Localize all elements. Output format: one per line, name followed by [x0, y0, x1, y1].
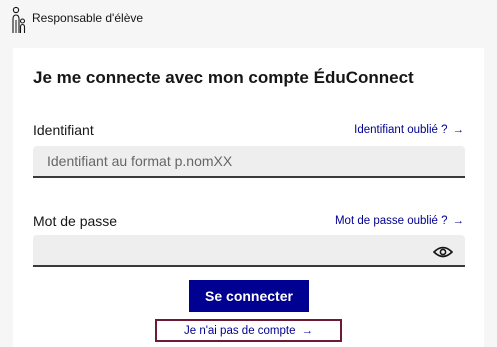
login-card: Je me connecte avec mon compte ÉduConnec… — [13, 48, 484, 347]
parent-child-icon — [12, 6, 26, 33]
forgot-password-link[interactable]: Mot de passe oublié ? → — [335, 215, 464, 227]
no-account-link[interactable]: Je n'ai pas de compte → — [155, 319, 342, 342]
forgot-password-link-label: Mot de passe oublié ? — [334, 215, 448, 227]
role-label: Responsable d'élève — [32, 11, 144, 25]
no-account-link-label: Je n'ai pas de compte — [183, 324, 296, 337]
arrow-right-icon: → — [452, 215, 465, 227]
password-label: Mot de passe — [33, 213, 118, 229]
eye-icon[interactable] — [433, 245, 453, 259]
identifier-label: Identifiant — [33, 122, 94, 138]
identifier-input[interactable] — [33, 146, 465, 178]
forgot-identifier-link[interactable]: Identifiant oublié ? → — [354, 124, 464, 136]
page-title: Je me connecte avec mon compte ÉduConnec… — [33, 68, 414, 87]
login-button[interactable]: Se connecter — [189, 280, 309, 312]
forgot-identifier-link-label: Identifiant oublié ? — [354, 124, 448, 136]
arrow-right-icon: → — [452, 124, 465, 136]
password-input[interactable] — [33, 235, 465, 267]
arrow-right-icon: → — [301, 324, 314, 337]
top-bar: Responsable d'élève — [0, 0, 497, 38]
